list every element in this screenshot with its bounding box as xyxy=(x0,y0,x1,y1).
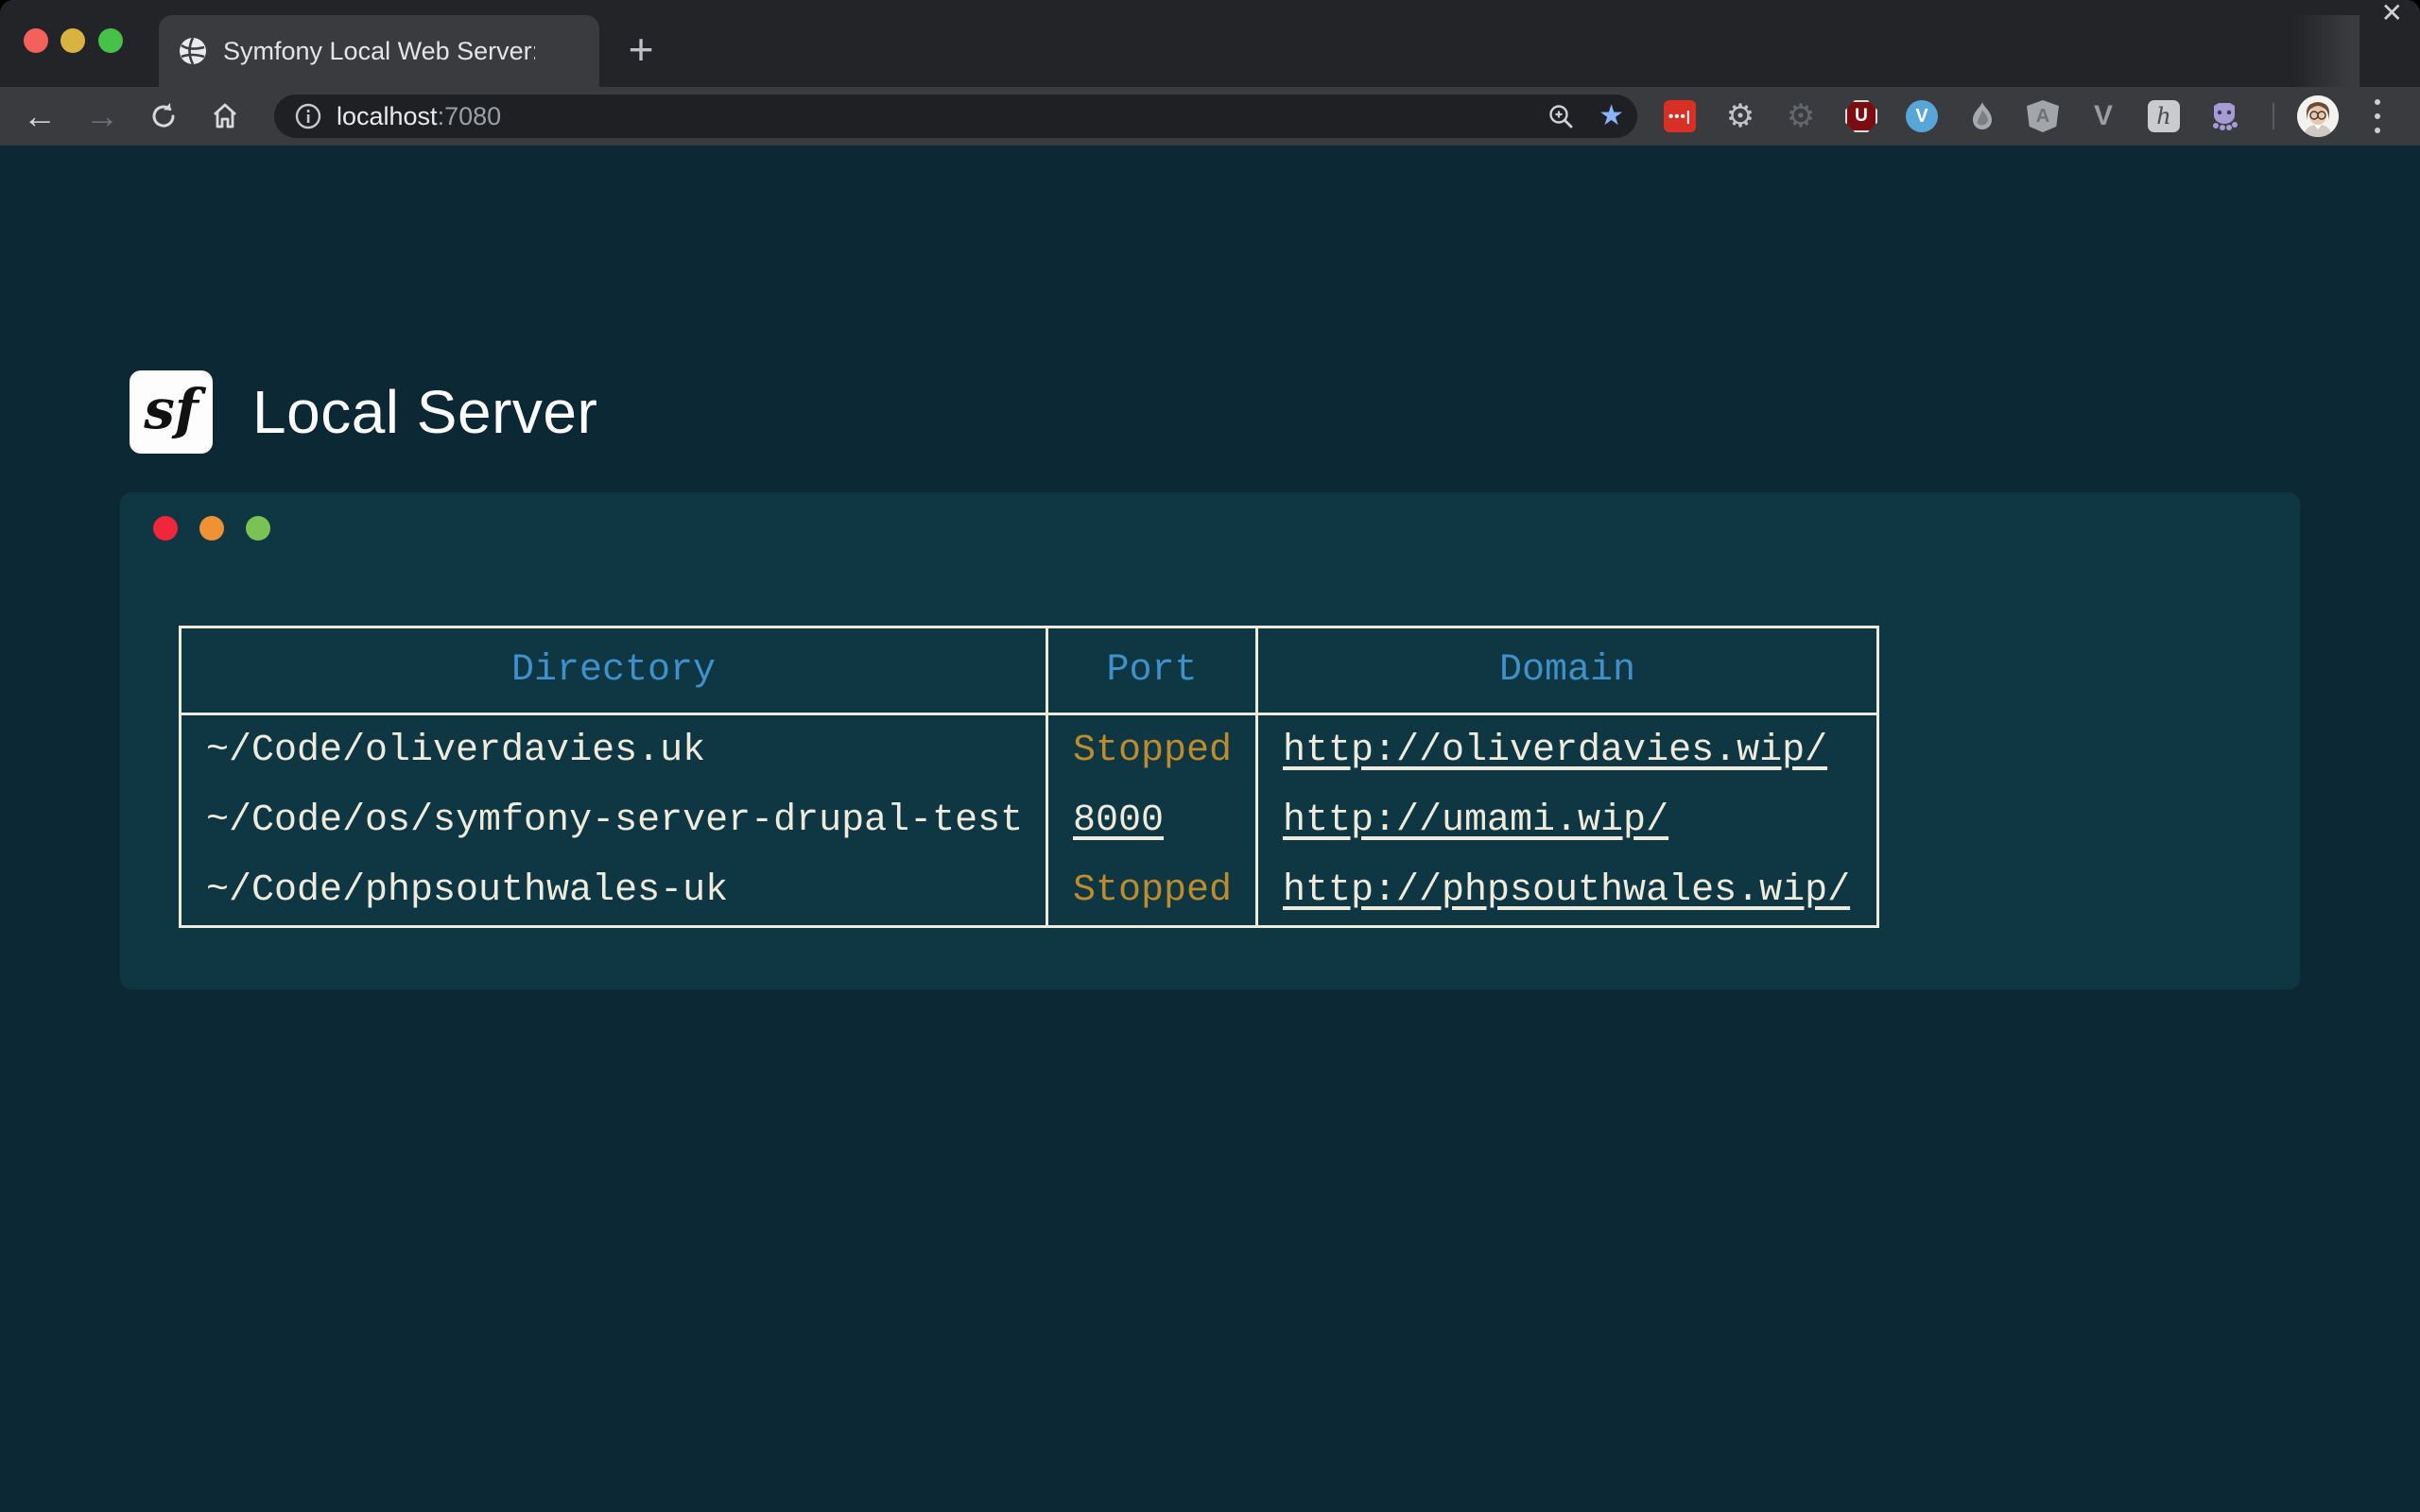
reload-button[interactable] xyxy=(143,87,184,146)
port-status: Stopped xyxy=(1046,715,1255,785)
angular-shield-icon[interactable]: A xyxy=(2027,100,2059,132)
gear-disabled-icon[interactable]: ⚙ xyxy=(1785,100,1817,132)
directory-cell: ~/Code/oliverdavies.uk xyxy=(182,715,1046,785)
url-text: localhost:7080 xyxy=(337,102,501,131)
gear-icon[interactable]: ⚙ xyxy=(1724,100,1756,132)
ublock-icon[interactable]: U xyxy=(1845,100,1877,132)
card-dot-green xyxy=(246,516,270,541)
card-dot-red xyxy=(153,516,178,541)
zoom-in-icon[interactable] xyxy=(1547,103,1574,129)
new-tab-button[interactable]: + xyxy=(620,30,662,72)
home-icon xyxy=(210,101,240,131)
window-close-button[interactable] xyxy=(24,28,48,53)
symfony-logo: sf xyxy=(130,370,213,454)
card-dot-orange xyxy=(199,516,224,541)
servers-table: Directory Port Domain ~/Code/oliverdavie… xyxy=(179,626,1879,928)
tab-strip: Symfony Local Web Server: Prox ✕ + xyxy=(0,0,2420,87)
window-maximize-button[interactable] xyxy=(98,28,123,53)
extensions-area: •••| ⚙ ⚙ U V A V h xyxy=(1664,87,2240,146)
column-header-domain: Domain xyxy=(1255,628,1876,715)
domain-link[interactable]: http://phpsouthwales.wip/ xyxy=(1283,869,1850,912)
window-minimize-button[interactable] xyxy=(60,28,85,53)
drupal-drop-icon[interactable] xyxy=(1966,100,1998,132)
port-link[interactable]: 8000 xyxy=(1073,799,1164,842)
page-title: Local Server xyxy=(252,377,597,447)
port-status: Stopped xyxy=(1046,855,1255,925)
directory-cell: ~/Code/os/symfony-server-drupal-test xyxy=(182,785,1046,855)
home-button[interactable] xyxy=(204,87,246,146)
octocat-icon[interactable] xyxy=(2208,100,2240,132)
column-header-directory: Directory xyxy=(182,628,1046,715)
browser-menu-button[interactable] xyxy=(2371,99,2384,133)
vue-icon[interactable]: V xyxy=(2087,100,2119,132)
lastpass-icon[interactable]: •••| xyxy=(1664,100,1696,132)
tab-title-fade xyxy=(2293,15,2360,87)
tab-title: Symfony Local Web Server: Prox xyxy=(223,37,535,66)
url-port: :7080 xyxy=(438,102,502,130)
page-content: sf Local Server Directory Port Domain ~/… xyxy=(0,146,2420,1512)
domain-link[interactable]: http://umami.wip/ xyxy=(1283,799,1668,842)
back-button[interactable]: ← xyxy=(19,87,60,146)
column-header-port: Port xyxy=(1046,628,1255,715)
globe-icon xyxy=(178,36,208,66)
bookmark-star-icon[interactable]: ★ xyxy=(1599,102,1624,130)
browser-tab[interactable]: Symfony Local Web Server: Prox xyxy=(159,15,599,87)
address-bar[interactable]: localhost:7080 ★ xyxy=(274,94,1637,138)
reload-icon xyxy=(148,101,179,131)
tab-close-icon[interactable]: ✕ xyxy=(2381,0,2403,26)
script-h-icon[interactable]: h xyxy=(2148,100,2180,132)
toolbar-separator xyxy=(2273,103,2274,129)
directory-cell: ~/Code/phpsouthwales-uk xyxy=(182,855,1046,925)
browser-toolbar: ← → localhost:7080 xyxy=(0,87,2420,146)
browser-window: Symfony Local Web Server: Prox ✕ + ← → xyxy=(0,0,2420,1512)
site-info-icon[interactable] xyxy=(295,103,321,129)
domain-link[interactable]: http://oliverdavies.wip/ xyxy=(1283,730,1827,772)
vimium-icon[interactable]: V xyxy=(1906,100,1938,132)
brand-header: sf Local Server xyxy=(130,370,597,454)
forward-button[interactable]: → xyxy=(81,87,123,146)
profile-avatar[interactable] xyxy=(2297,95,2339,137)
url-host: localhost xyxy=(337,102,438,130)
